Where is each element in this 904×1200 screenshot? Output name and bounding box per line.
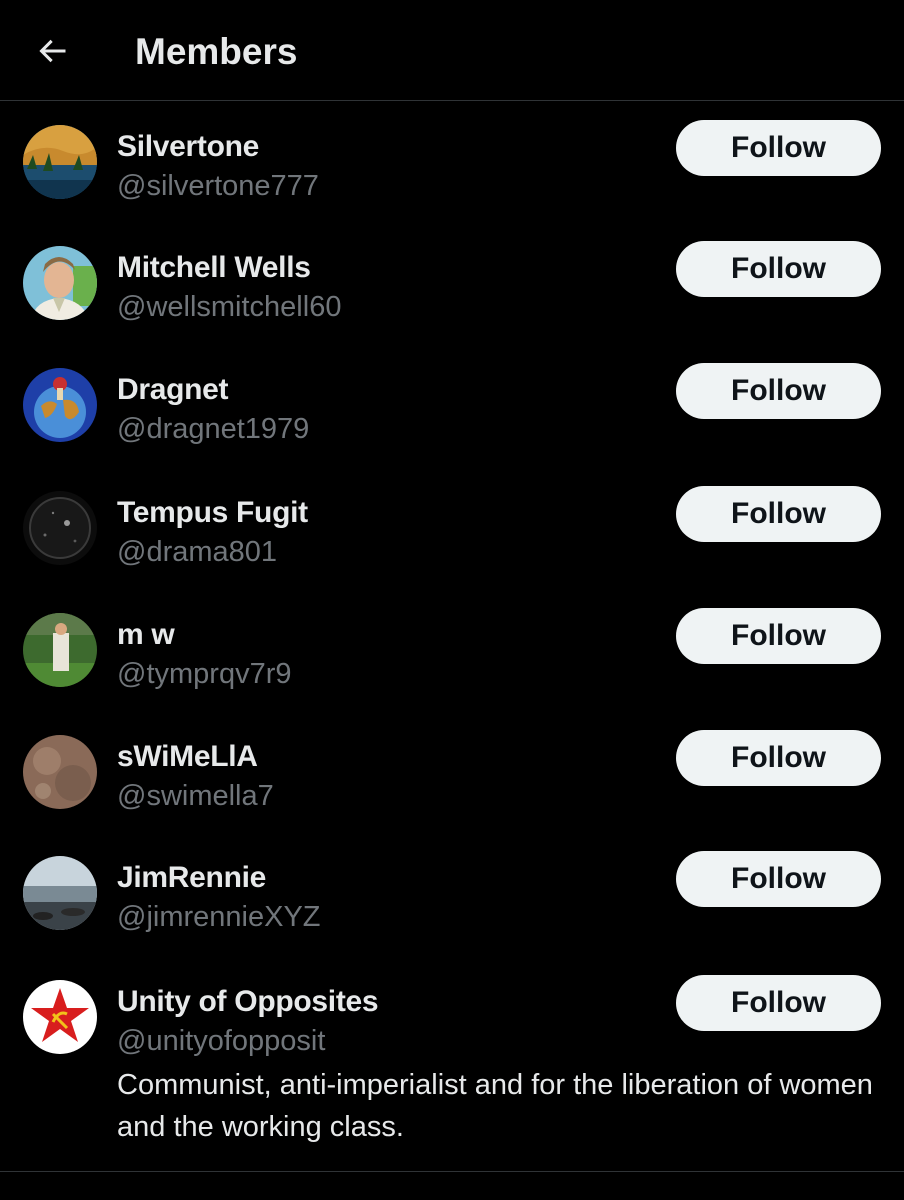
member-name[interactable]: Mitchell Wells — [117, 250, 311, 286]
avatar[interactable] — [23, 856, 97, 930]
member-handle[interactable]: @dragnet1979 — [117, 411, 309, 447]
avatar[interactable] — [23, 980, 97, 1054]
back-button[interactable] — [30, 29, 74, 73]
follow-button[interactable]: Follow — [676, 241, 881, 297]
member-name[interactable]: Dragnet — [117, 372, 229, 408]
avatar[interactable] — [23, 368, 97, 442]
member-name[interactable]: Silvertone — [117, 129, 259, 165]
page-title: Members — [135, 31, 298, 72]
member-handle[interactable]: @wellsmitchell60 — [117, 289, 341, 325]
follow-button[interactable]: Follow — [676, 120, 881, 176]
member-name[interactable]: Unity of Opposites — [117, 984, 379, 1020]
avatar[interactable] — [23, 491, 97, 565]
follow-button[interactable]: Follow — [676, 608, 881, 664]
avatar[interactable] — [23, 246, 97, 320]
member-handle[interactable]: @tymprqv7r9 — [117, 656, 291, 692]
member-handle[interactable]: @jimrennieXYZ — [117, 899, 321, 935]
member-bio: Communist, anti-imperialist and for the … — [117, 1069, 873, 1143]
follow-button[interactable]: Follow — [676, 730, 881, 786]
follow-button[interactable]: Follow — [676, 851, 881, 907]
avatar[interactable] — [23, 613, 97, 687]
top-bar: Members — [0, 0, 904, 101]
follow-button[interactable]: Follow — [676, 363, 881, 419]
avatar[interactable] — [23, 125, 97, 199]
member-handle[interactable]: @swimella7 — [117, 778, 274, 814]
divider — [0, 1171, 904, 1172]
member-name[interactable]: m w — [117, 617, 175, 653]
member-name[interactable]: JimRennie — [117, 860, 266, 896]
arrow-left-icon — [39, 39, 66, 63]
member-handle[interactable]: @silvertone777 — [117, 168, 319, 204]
follow-button[interactable]: Follow — [676, 975, 881, 1031]
member-handle[interactable]: @drama801 — [117, 534, 277, 570]
member-handle[interactable]: @unityofopposit — [117, 1023, 325, 1059]
follow-button[interactable]: Follow — [676, 486, 881, 542]
member-name[interactable]: Tempus Fugit — [117, 495, 308, 531]
avatar[interactable] — [23, 735, 97, 809]
member-name[interactable]: sWiMeLlA — [117, 739, 258, 775]
